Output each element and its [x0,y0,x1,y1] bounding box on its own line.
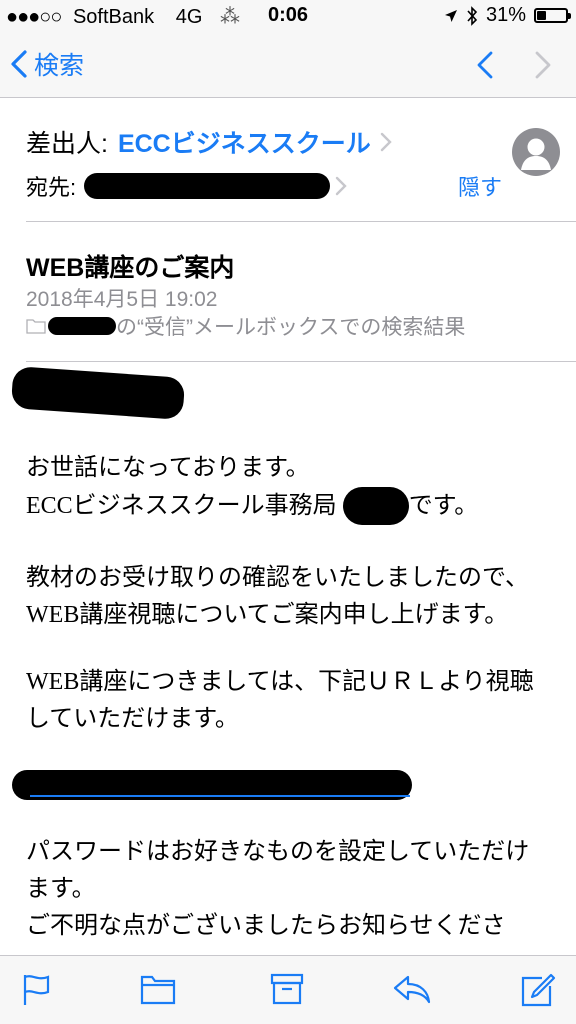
battery-percent: 31% [485,4,526,26]
bluetooth-icon [467,5,478,26]
body-line: 教材のお受け取りの確認をいたしましたので、 [26,565,530,591]
body-line: WEB講座につきましては、下記ＵＲＬより視聴 [26,669,534,695]
staff-name-redacted [342,487,409,525]
header-divider [26,221,576,222]
hide-details-link[interactable]: 隠す [458,170,502,202]
url-underline [30,795,410,797]
body-line: ご不明な点がございましたらお知らせくださ [26,913,506,939]
folder-icon [26,319,46,334]
archive-icon[interactable] [270,973,304,1005]
person-icon [521,138,551,170]
flag-icon[interactable] [22,973,52,1007]
sender-name[interactable]: ECCビジネススクール [118,124,371,160]
body-text: ECCビジネススクール事務局 [26,492,337,519]
body-line: ます。 [26,876,96,902]
folder-icon[interactable] [140,973,176,1005]
body-line: していただけます。 [26,706,239,732]
to-label: 宛先: [26,175,77,200]
body-line: WEB講座視聴についてご案内申し上げます。 [26,602,509,628]
previous-message-icon[interactable] [474,50,496,80]
status-bar: ●●●○○ SoftBank 4G ⁂ 0:06 31% [0,0,576,32]
reply-icon[interactable] [392,973,432,1005]
compose-icon[interactable] [520,973,556,1007]
body-line: お世話になっております。 [26,455,310,481]
from-row[interactable]: 差出人: ECCビジネススクール [26,124,393,160]
chevron-right-icon [380,132,392,152]
body-text: です。 [408,492,479,519]
message-subject: WEB講座のご案内 [26,254,235,282]
back-label: 検索 [34,52,85,80]
chevron-right-icon [335,176,347,196]
body-line: ECCビジネススクール事務局 です。 [26,487,478,525]
account-redacted [48,317,116,335]
location-icon [444,9,457,22]
navigation-bar: 検索 [0,32,576,98]
avatar[interactable] [512,128,560,176]
message-date: 2018年4月5日 19:02 [26,288,218,311]
next-message-icon[interactable] [532,50,554,80]
mailbox-info: の“受信”メールボックスでの検索結果 [26,311,465,341]
bottom-toolbar [0,955,576,1024]
status-right: 31% [444,4,571,27]
greeting-redacted [10,366,186,420]
battery-icon [534,8,571,23]
subject-divider [26,361,576,362]
from-label: 差出人: [26,130,108,158]
to-row[interactable]: 宛先: [26,170,348,202]
chevron-left-icon [11,50,27,78]
body-line: パスワードはお好きなものを設定していただけ [26,839,530,865]
back-button[interactable]: 検索 [10,46,84,82]
mailbox-note: の“受信”メールボックスでの検索結果 [116,316,466,339]
battery-level [537,11,546,20]
recipient-redacted [84,173,331,199]
